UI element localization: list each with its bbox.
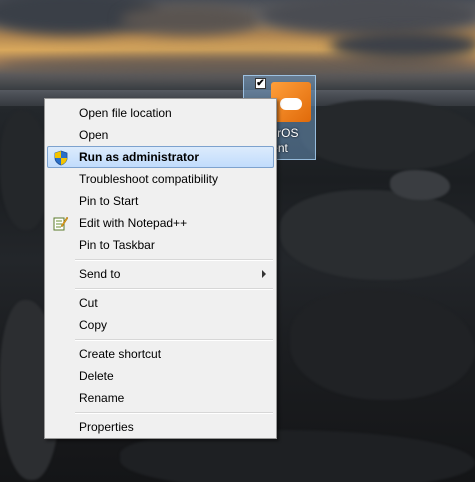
- uac-shield-icon: [53, 150, 69, 166]
- cloud: [260, 0, 475, 35]
- menu-item-run-as-administrator[interactable]: Run as administrator: [47, 146, 274, 168]
- rock: [0, 110, 50, 230]
- menu-item-open-file-location[interactable]: Open file location: [47, 102, 274, 124]
- menu-item-pin-to-taskbar[interactable]: Pin to Taskbar: [47, 234, 274, 256]
- selection-checkbox[interactable]: ✔: [255, 78, 266, 89]
- app-icon: [271, 82, 311, 122]
- menu-item-label: Troubleshoot compatibility: [79, 172, 218, 186]
- menu-item-cut[interactable]: Cut: [47, 292, 274, 314]
- rock: [390, 170, 450, 200]
- menu-item-create-shortcut[interactable]: Create shortcut: [47, 343, 274, 365]
- menu-item-label: Properties: [79, 420, 134, 434]
- cloud: [120, 5, 260, 35]
- menu-item-edit-with-notepad-plus-plus[interactable]: Edit with Notepad++: [47, 212, 274, 234]
- rock: [280, 190, 475, 280]
- menu-item-pin-to-start[interactable]: Pin to Start: [47, 190, 274, 212]
- menu-item-label: Delete: [79, 369, 114, 383]
- menu-item-label: Run as administrator: [79, 150, 200, 164]
- menu-item-label: Create shortcut: [79, 347, 162, 361]
- rock: [290, 290, 475, 400]
- menu-item-troubleshoot-compatibility[interactable]: Troubleshoot compatibility: [47, 168, 274, 190]
- notepad-plus-plus-icon: [52, 215, 69, 231]
- menu-item-label: Pin to Start: [79, 194, 139, 208]
- menu-item-send-to[interactable]: Send to: [47, 263, 274, 285]
- menu-item-properties[interactable]: Properties: [47, 416, 274, 438]
- menu-item-delete[interactable]: Delete: [47, 365, 274, 387]
- menu-item-rename[interactable]: Rename: [47, 387, 274, 409]
- rock: [300, 100, 475, 170]
- menu-item-open[interactable]: Open: [47, 124, 274, 146]
- menu-separator: [75, 259, 273, 261]
- menu-separator: [75, 288, 273, 290]
- cloud: [330, 30, 475, 60]
- menu-item-label: Open file location: [79, 106, 172, 120]
- menu-item-label: Rename: [79, 391, 125, 405]
- submenu-arrow-icon: [262, 270, 266, 278]
- menu-item-label: Pin to Taskbar: [79, 238, 155, 252]
- menu-separator: [75, 412, 273, 414]
- menu-item-label: Open: [79, 128, 109, 142]
- menu-item-label: Copy: [79, 318, 108, 332]
- menu-separator: [75, 339, 273, 341]
- menu-item-label: Send to: [79, 267, 121, 281]
- menu-item-label: Cut: [79, 296, 98, 310]
- menu-item-label: Edit with Notepad++: [79, 216, 188, 230]
- menu-item-copy[interactable]: Copy: [47, 314, 274, 336]
- context-menu: Open file location Open Run as administr…: [44, 98, 277, 439]
